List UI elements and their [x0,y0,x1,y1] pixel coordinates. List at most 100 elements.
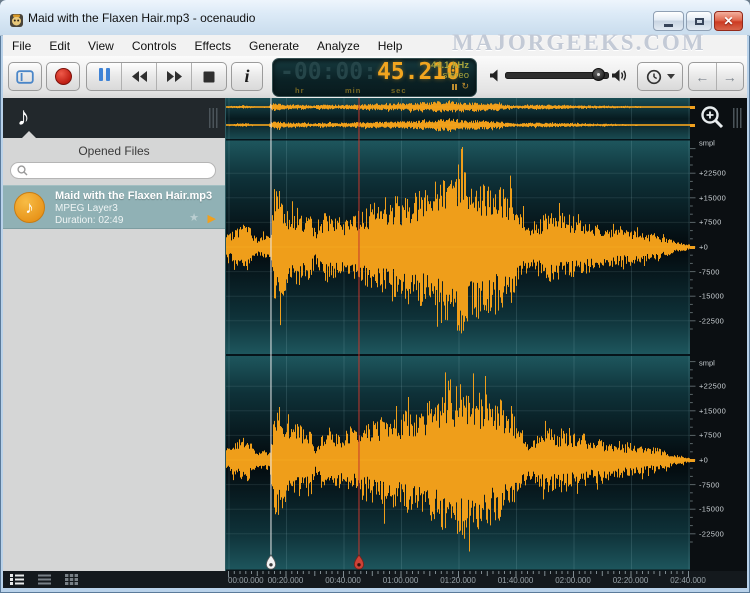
timeline-label: 01:20.000 [440,576,476,585]
scale-label: -22500 [699,529,724,538]
info-button[interactable]: i [231,62,263,91]
menu-item-controls[interactable]: Controls [123,37,186,55]
menu-item-view[interactable]: View [79,37,123,55]
maximize-button[interactable] [686,11,712,31]
info-icon: i [244,66,249,87]
rewind-icon [131,70,148,83]
menu-bar: FileEditViewControlsEffectsGenerateAnaly… [3,35,747,57]
timeline-label: 00:20.000 [268,576,304,585]
unit-min-label: min [345,86,361,95]
nav-back-button[interactable]: ← [689,63,716,90]
timeline-label: 01:00.000 [383,576,419,585]
timeline-label: 01:40.000 [498,576,534,585]
scale-label: +0 [699,456,708,465]
nav-forward-icon: → [723,69,737,85]
loop-indicator-icon: ↻ [461,83,469,89]
navigation-group: ← → [688,62,744,91]
time-display[interactable]: -00:00:45.210 hr min sec 44.1 kHz stereo… [272,58,477,97]
volume-max-icon[interactable] [611,68,628,83]
search-icon [17,165,28,176]
fast-forward-icon [166,70,183,83]
scale-label: +15000 [699,193,726,202]
waveform-canvas[interactable] [226,98,690,571]
channel-mode-label: stereo [431,71,469,81]
show-editor-button[interactable] [8,62,42,91]
zero-line-nub [690,124,695,127]
volume-slider[interactable] [505,72,609,79]
scale-grip-handle[interactable] [733,108,742,128]
zoom-in-icon[interactable] [698,103,726,131]
menu-item-edit[interactable]: Edit [40,37,79,55]
ocenaudio-window: Maid with the Flaxen Hair.mp3 - ocenaudi… [0,0,750,593]
record-icon [55,68,72,85]
menu-item-generate[interactable]: Generate [240,37,308,55]
scale-label: +15000 [699,406,726,415]
menu-item-effects[interactable]: Effects [186,37,240,55]
unit-sec-label: sec [391,86,407,95]
time-dim-part: -00:00: [280,59,377,85]
grid-view-icon[interactable] [65,574,78,585]
file-type-badge: ♪ [14,192,45,223]
file-list-item[interactable]: ♪ Maid with the Flaxen Hair.mp3 MPEG Lay… [3,185,225,229]
nav-forward-button[interactable]: → [716,63,744,90]
pause-button[interactable] [87,63,121,90]
minimize-button[interactable] [653,11,684,31]
menu-item-help[interactable]: Help [369,37,412,55]
scale-label: +22500 [699,382,726,391]
transport-group [86,62,227,91]
nav-back-icon: ← [695,69,709,85]
scale-label: -15000 [699,505,724,514]
unit-hr-label: hr [295,86,305,95]
file-name: Maid with the Flaxen Hair.mp3 [55,190,212,202]
rewind-button[interactable] [121,63,156,90]
title-bar[interactable]: Maid with the Flaxen Hair.mp3 - ocenaudi… [0,0,750,36]
menu-item-file[interactable]: File [3,37,40,55]
record-button[interactable] [46,62,80,91]
zero-line-nub [690,106,695,109]
toolbar: i -00:00:45.210 hr min sec 44.1 kHz ster… [3,56,747,99]
amplitude-scale-column: smpl +22500 +15000 +7500 +0 -7500 -15000 -22500… [690,98,747,571]
zero-line-nub [690,246,695,249]
waveform-editor[interactable] [225,98,690,571]
timeline-label: 00:00.000 [228,576,264,585]
time-format-button[interactable] [637,62,683,91]
pause-indicator-icon [450,81,457,91]
music-note-icon[interactable]: ♪ [17,101,30,132]
scale-label: +22500 [699,169,726,178]
volume-slider-knob[interactable] [592,68,605,81]
list-details-icon[interactable] [10,574,24,585]
amplitude-unit-label: smpl [699,139,715,148]
close-button[interactable]: ✕ [714,11,743,31]
list-compact-icon[interactable] [38,574,51,585]
timeline-label: 00:40.000 [325,576,361,585]
scale-label: +7500 [699,431,722,440]
volume-min-icon[interactable] [489,69,501,82]
sidebar: ♪ Opened Files ♪ Maid with the Flaxen Ha… [3,98,225,571]
fast-forward-button[interactable] [156,63,191,90]
stop-icon [203,71,215,83]
sidebar-grip-handle[interactable] [209,108,218,128]
scale-label: -7500 [699,267,720,276]
search-input[interactable] [10,162,216,179]
menu-item-analyze[interactable]: Analyze [308,37,369,55]
timeline-label: 02:20.000 [613,576,649,585]
scale-label: +7500 [699,218,722,227]
stream-info: 44.1 kHz stereo ↻ [431,61,469,91]
maximize-icon [695,18,704,25]
chevron-down-icon [667,74,675,79]
play-icon[interactable]: ▶ [208,212,216,225]
app-icon [9,13,24,28]
star-icon[interactable]: ★ [189,211,199,224]
stop-button[interactable] [191,63,226,90]
timeline-label: 02:00.000 [555,576,591,585]
time-format-clock-icon [646,69,662,85]
music-note-icon: ♪ [25,198,34,218]
file-duration: Duration: 02:49 [55,215,123,226]
scale-label: -22500 [699,316,724,325]
active-tab-indicator [22,131,36,138]
scale-label: -7500 [699,480,720,489]
scale-label: +0 [699,243,708,252]
status-bar: 00:00.000 00:20.000 00:40.000 01:00.000 01:2… [3,571,747,588]
timeline-label: 02:40.000 [670,576,706,585]
amplitude-unit-label: smpl [699,359,715,368]
